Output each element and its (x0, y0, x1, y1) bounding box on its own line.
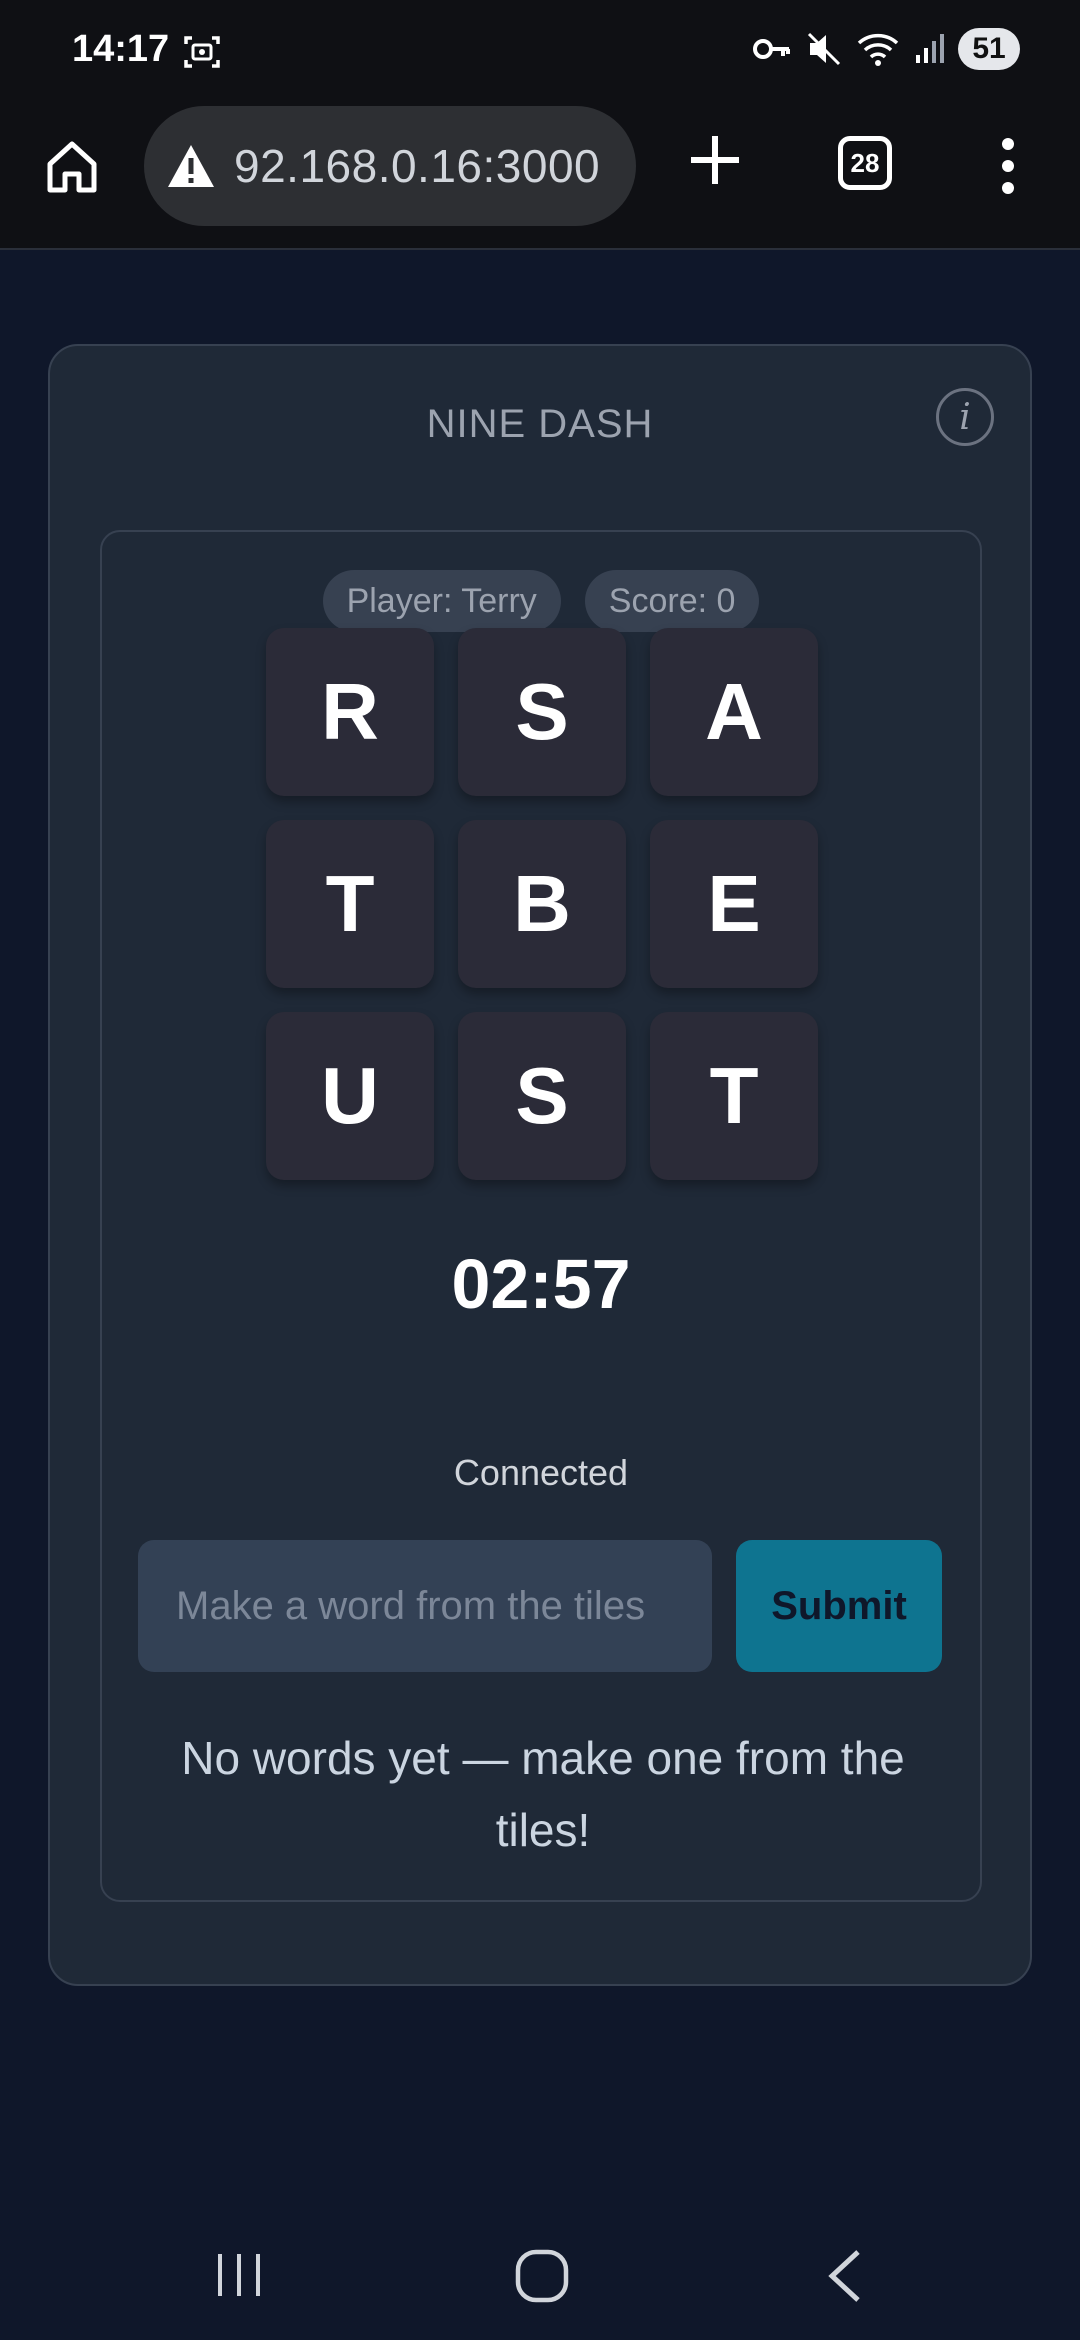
countdown-timer: 02:57 (451, 1245, 631, 1323)
mute-icon (807, 32, 841, 66)
game-panel: Player: Terry Score: 0 R S A T B E U S T… (100, 530, 982, 1902)
letter-tile[interactable]: E (650, 820, 818, 988)
words-empty-message: No words yet — make one from the tiles! (181, 1732, 905, 1856)
game-card: NINE DASH i Player: Terry Score: 0 R S A… (48, 344, 1032, 1986)
warning-icon[interactable] (166, 143, 216, 189)
signal-icon (916, 34, 944, 63)
address-bar[interactable]: 92.168.0.16:3000 (144, 106, 636, 226)
player-badge: Player: Terry (322, 570, 561, 632)
screenshot-icon (184, 36, 220, 68)
wifi-icon (857, 33, 899, 66)
tile-grid: R S A T B E U S T (266, 628, 818, 1180)
letter-tile[interactable]: S (458, 1012, 626, 1180)
score-badge: Score: 0 (584, 570, 760, 632)
letter-tile[interactable]: U (266, 1012, 434, 1180)
browser-toolbar: 92.168.0.16:3000 28 (0, 100, 1080, 250)
player-info: Player: Terry Score: 0 (102, 570, 980, 632)
info-button[interactable]: i (936, 388, 994, 446)
home-nav-icon[interactable] (514, 2248, 570, 2304)
letter-tile[interactable]: B (458, 820, 626, 988)
game-title: NINE DASH (426, 402, 654, 446)
back-icon[interactable] (824, 2248, 864, 2304)
vpn-key-icon (753, 39, 790, 59)
home-icon[interactable] (42, 136, 102, 196)
letter-tile[interactable]: A (650, 628, 818, 796)
battery-indicator: 51 (958, 28, 1020, 70)
letter-tile[interactable]: R (266, 628, 434, 796)
plus-icon[interactable] (685, 130, 745, 190)
connection-status: Connected (453, 1452, 629, 1493)
status-bar: 14:17 51 (0, 0, 1080, 100)
recents-icon[interactable] (214, 2250, 264, 2300)
submit-button[interactable]: Submit (736, 1540, 942, 1672)
status-time: 14:17 (72, 28, 170, 70)
letter-tile[interactable]: T (266, 820, 434, 988)
letter-tile[interactable]: S (458, 628, 626, 796)
letter-tile[interactable]: T (650, 1012, 818, 1180)
more-vert-icon[interactable] (996, 138, 1020, 194)
system-nav-bar (0, 2200, 1080, 2340)
word-input[interactable] (138, 1540, 712, 1672)
status-icons: 51 (752, 28, 1020, 70)
url-text: 92.168.0.16:3000 (234, 140, 601, 192)
tabs-icon[interactable]: 28 (838, 136, 892, 190)
